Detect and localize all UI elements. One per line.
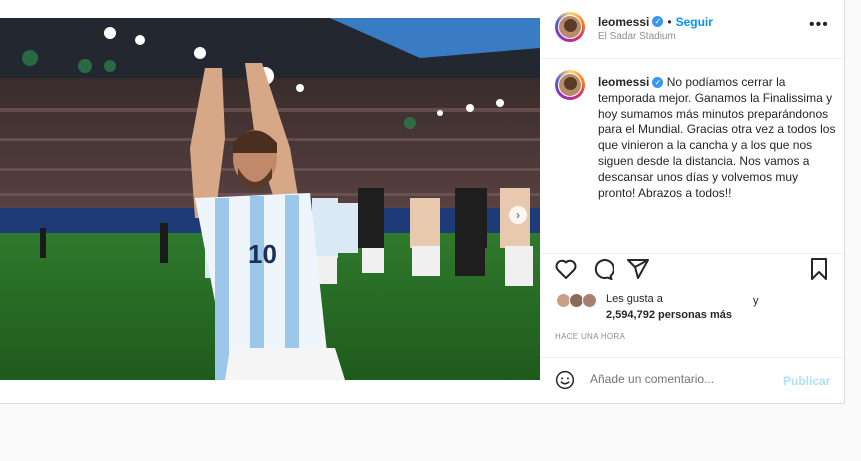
follow-button[interactable]: Seguir (676, 15, 713, 29)
jersey-number: 10 (248, 239, 277, 269)
caption-username[interactable]: leomessi (598, 75, 649, 89)
bookmark-icon[interactable] (807, 257, 831, 281)
post-sidebar: leomessi ✓ • Seguir El Sadar Stadium ••• le… (541, 0, 844, 403)
publish-button[interactable]: Publicar (783, 374, 830, 388)
comment-box: Publicar (541, 357, 844, 404)
verified-badge-icon: ✓ (652, 16, 664, 28)
likes-count[interactable]: 2,594,792 personas más (606, 309, 732, 321)
more-options-icon[interactable]: ••• (809, 16, 829, 34)
header-user-line: leomessi ✓ • Seguir (598, 13, 713, 31)
carousel-next-button[interactable]: › (509, 206, 527, 224)
liker-avatar[interactable] (582, 293, 597, 308)
share-icon[interactable] (626, 257, 650, 281)
chevron-right-icon: › (516, 208, 520, 222)
likes-prefix: Les gusta a (606, 293, 663, 305)
comment-input[interactable] (590, 372, 770, 386)
username-link[interactable]: leomessi (598, 15, 649, 29)
heart-icon[interactable] (554, 257, 578, 281)
location-link[interactable]: El Sadar Stadium (598, 31, 676, 42)
post-timestamp[interactable]: HACE UNA HORA (555, 332, 625, 341)
comment-icon[interactable] (590, 257, 614, 281)
likes-section: Les gusta a y 2,594,792 personas más (541, 290, 844, 325)
caption-section: leomessi ✓ No podíamos cerrar la temporad… (541, 58, 844, 254)
stadium-photo: 10 (0, 18, 540, 380)
verified-badge-icon: ✓ (652, 77, 664, 89)
caption-avatar[interactable] (555, 70, 585, 100)
instagram-post: 10 › leomessi ✓ • Seguir El Sadar Stadium •… (0, 0, 845, 404)
post-photo[interactable]: 10 › (0, 18, 540, 380)
separator: • (667, 15, 672, 29)
caption-body: No podíamos cerrar la temporada mejor. G… (598, 75, 836, 200)
emoji-icon[interactable] (555, 370, 575, 390)
post-header: leomessi ✓ • Seguir El Sadar Stadium ••• (541, 0, 844, 59)
avatar[interactable] (555, 12, 585, 42)
action-bar (541, 253, 844, 293)
caption-text: leomessi ✓ No podíamos cerrar la temporad… (598, 75, 836, 201)
likes-and: y (753, 295, 759, 307)
